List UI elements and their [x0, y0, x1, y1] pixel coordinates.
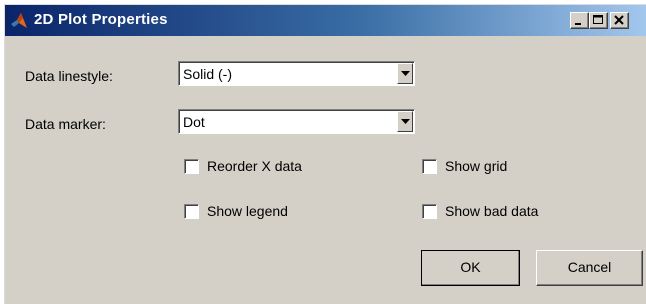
- show-grid-checkbox[interactable]: [422, 159, 437, 174]
- reorder-x-label[interactable]: Reorder X data: [207, 158, 302, 174]
- window-title: 2D Plot Properties: [34, 11, 168, 28]
- chevron-down-icon[interactable]: [397, 111, 413, 132]
- show-legend-checkbox[interactable]: [184, 204, 199, 219]
- cancel-button[interactable]: Cancel: [536, 250, 643, 286]
- show-bad-data-label[interactable]: Show bad data: [445, 203, 538, 219]
- marker-dropdown[interactable]: Dot: [178, 109, 415, 134]
- reorder-x-checkbox[interactable]: [184, 159, 199, 174]
- dialog-window: 2D Plot Properties Data linestyle: Solid…: [4, 4, 646, 304]
- linestyle-dropdown[interactable]: Solid (-): [178, 61, 415, 86]
- maximize-button[interactable]: [589, 12, 608, 29]
- matlab-logo-icon: [10, 12, 28, 30]
- minimize-button[interactable]: [570, 12, 589, 29]
- close-button[interactable]: [610, 12, 629, 29]
- marker-label: Data marker:: [25, 116, 106, 132]
- ok-button[interactable]: OK: [421, 250, 520, 286]
- linestyle-label: Data linestyle:: [25, 68, 113, 84]
- show-bad-data-checkbox[interactable]: [422, 204, 437, 219]
- chevron-down-icon[interactable]: [397, 63, 413, 84]
- title-bar[interactable]: 2D Plot Properties: [5, 5, 646, 36]
- marker-value: Dot: [183, 114, 205, 130]
- show-grid-label[interactable]: Show grid: [445, 158, 507, 174]
- linestyle-value: Solid (-): [183, 66, 233, 82]
- show-legend-label[interactable]: Show legend: [207, 203, 288, 219]
